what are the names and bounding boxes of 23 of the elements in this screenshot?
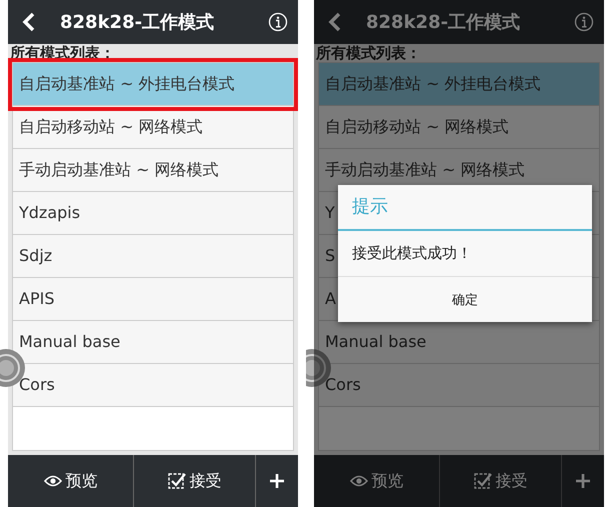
ok-button[interactable]: 确定 [338, 277, 592, 322]
mode-list-item[interactable]: 手动启动基准站 ~ 网络模式 [13, 149, 293, 192]
mode-list-item[interactable]: Ydzapis [13, 192, 293, 235]
mode-list-item[interactable]: Manual base [319, 321, 599, 364]
mode-list-item[interactable]: Manual base [13, 321, 293, 364]
mode-list-item[interactable]: 自启动移动站 ~ 网络模式 [319, 106, 599, 149]
dialog-title: 提示 [351, 195, 389, 219]
mode-list-item[interactable]: 自启动移动站 ~ 网络模式 [13, 106, 293, 149]
mode-list-item[interactable]: Cors [319, 364, 599, 407]
screen-title: 828k28-工作模式 [366, 11, 522, 34]
mode-list-item[interactable]: Cors [13, 364, 293, 407]
checkbox-icon [474, 472, 492, 490]
back-icon[interactable] [22, 12, 36, 32]
eye-icon [350, 475, 368, 487]
plus-icon [576, 474, 590, 488]
mode-list-item[interactable]: Sdjz [13, 235, 293, 278]
list-label: 所有模式列表： [314, 44, 422, 62]
screen-title: 828k28-工作模式 [60, 11, 216, 34]
checkbox-icon [168, 472, 186, 490]
eye-icon [44, 475, 62, 487]
mode-list-item[interactable]: APIS [13, 278, 293, 321]
info-icon[interactable] [268, 12, 288, 32]
plus-icon [270, 474, 284, 488]
